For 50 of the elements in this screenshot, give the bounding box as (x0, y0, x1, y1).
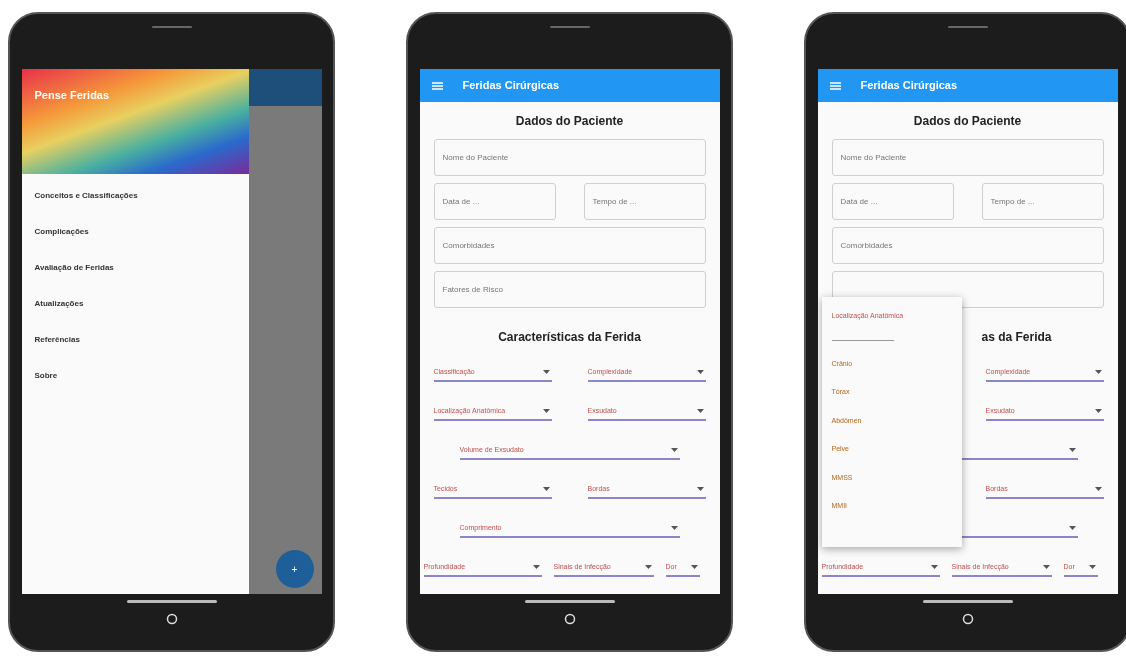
dropdown-arrow-icon (532, 565, 540, 569)
dropdown-arrow-icon (644, 565, 652, 569)
input-field[interactable]: Tempo de ... (981, 183, 1104, 220)
dropdown-arrow-icon (690, 565, 698, 569)
input-field[interactable]: Nome do Paciente (831, 139, 1104, 176)
input-field[interactable]: Data de ... (831, 183, 954, 220)
drawer-menu-item[interactable]: Complicações (34, 226, 89, 238)
app-title: Feridas Cirúrgicas (860, 78, 958, 94)
input-field[interactable]: Data de ... (433, 183, 556, 220)
menu-icon[interactable] (829, 81, 841, 90)
dropdown-arrow-icon (542, 370, 550, 374)
menu-icon[interactable] (431, 81, 443, 90)
dropdown-arrow-icon (542, 487, 550, 491)
drawer-menu-item[interactable]: Sobre (34, 370, 58, 382)
drawer-title: Pense Feridas (34, 89, 110, 101)
input-field[interactable]: Comorbidades (831, 227, 1104, 264)
dropdown-arrow-icon (1068, 526, 1076, 530)
input-field[interactable]: Fatores de Risco (433, 271, 706, 308)
input-field[interactable]: Tempo de ... (583, 183, 706, 220)
home-button-icon[interactable] (563, 613, 576, 625)
dropdown-arrow-icon (1068, 448, 1076, 452)
dropdown-arrow-icon (1042, 565, 1050, 569)
dropdown-arrow-icon (542, 409, 550, 413)
add-button[interactable]: + (275, 550, 314, 588)
section-heading: Dados do Paciente (515, 113, 624, 130)
dropdown-arrow-icon (696, 370, 704, 374)
dropdown-arrow-icon (1094, 370, 1102, 374)
input-field[interactable]: Nome do Paciente (433, 139, 706, 176)
app-title: Feridas Cirúrgicas (462, 78, 560, 94)
home-button-icon[interactable] (165, 613, 178, 625)
section-heading: Dados do Paciente (913, 113, 1022, 130)
dropdown-arrow-icon (696, 487, 704, 491)
dropdown-arrow-icon (670, 526, 678, 530)
drawer-menu-item[interactable]: Conceitos e Classificações (34, 190, 138, 202)
dropdown-arrow-icon (930, 565, 938, 569)
dropdown-arrow-icon (1094, 409, 1102, 413)
section-heading: as da Ferida (981, 329, 1052, 346)
section-heading: Características da Ferida (498, 329, 641, 346)
drawer-menu-item[interactable]: Avaliação de Feridas (34, 262, 114, 274)
dropdown-arrow-icon (1088, 565, 1096, 569)
navigation-pill[interactable] (126, 600, 217, 603)
dropdown-arrow-icon (1094, 487, 1102, 491)
navigation-pill[interactable] (922, 600, 1013, 603)
navigation-pill[interactable] (524, 600, 615, 603)
dropdown-arrow-icon (670, 448, 678, 452)
input-field[interactable]: Comorbidades (433, 227, 706, 264)
drawer-menu-item[interactable]: Referências (34, 334, 80, 346)
home-button-icon[interactable] (961, 613, 974, 625)
dropdown-arrow-icon (696, 409, 704, 413)
drawer-menu-item[interactable]: Atualizações (34, 298, 84, 310)
